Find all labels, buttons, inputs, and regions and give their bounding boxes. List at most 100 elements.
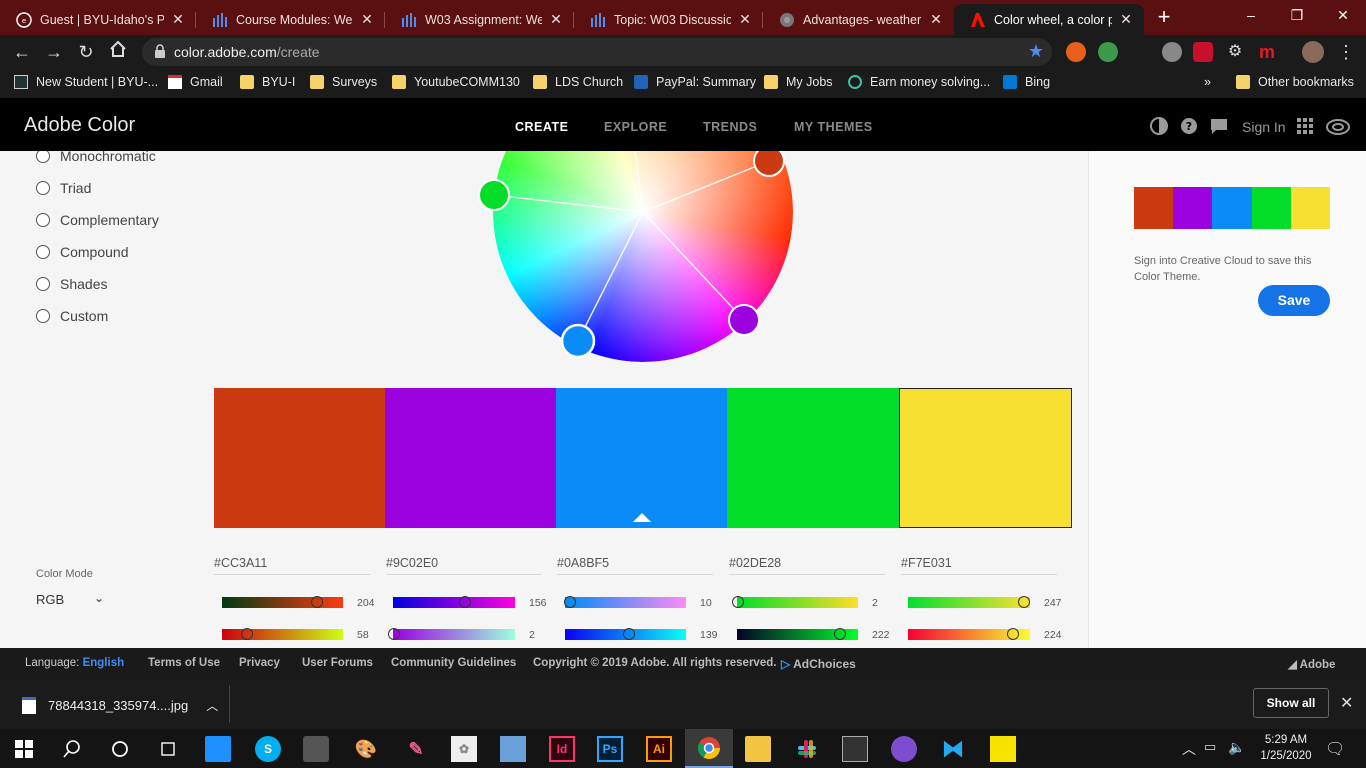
window-close-button[interactable]: ✕ bbox=[1320, 0, 1366, 30]
bookmark-earn-money[interactable]: Earn money solving... bbox=[848, 75, 990, 89]
harmony-triad[interactable]: Triad bbox=[36, 180, 91, 196]
harmony-monochromatic[interactable]: Monochromatic bbox=[36, 151, 156, 164]
slider-knob[interactable] bbox=[388, 628, 400, 640]
search-icon[interactable] bbox=[59, 736, 85, 762]
system-clock[interactable]: 5:29 AM 1/25/2020 bbox=[1256, 732, 1316, 764]
footer-forums-link[interactable]: User Forums bbox=[302, 657, 373, 669]
radio-button[interactable] bbox=[36, 245, 50, 259]
swatch-1[interactable] bbox=[214, 388, 385, 528]
close-icon[interactable]: ✕ bbox=[1118, 11, 1134, 28]
hex-field-2[interactable]: #9C02E0 bbox=[386, 556, 542, 575]
hex-field-3[interactable]: #0A8BF5 bbox=[557, 556, 713, 575]
color-mode-select[interactable]: RGB ⌄ bbox=[36, 591, 108, 607]
wheel-handle[interactable] bbox=[753, 151, 785, 177]
save-button[interactable]: Save bbox=[1258, 285, 1330, 316]
green-slider[interactable] bbox=[222, 628, 343, 640]
browser-tab-w03-discussion[interactable]: Topic: W03 Discussion: ✕ bbox=[574, 4, 763, 35]
bookmark-star-icon[interactable]: ★ bbox=[1028, 41, 1044, 62]
extension-icon[interactable]: m bbox=[1257, 42, 1277, 62]
radio-button[interactable] bbox=[36, 181, 50, 195]
red-slider[interactable] bbox=[908, 596, 1030, 608]
slider-knob[interactable] bbox=[834, 628, 846, 640]
adobe-footer-logo[interactable]: ◢ Adobe bbox=[1288, 657, 1335, 671]
bookmark-byui[interactable]: BYU-I bbox=[240, 75, 295, 89]
feedback-icon[interactable] bbox=[1210, 117, 1228, 135]
gear-icon[interactable]: ⚙ bbox=[1225, 42, 1245, 62]
language-selector[interactable]: English bbox=[83, 657, 125, 669]
swatch-4[interactable] bbox=[727, 388, 899, 528]
red-slider[interactable] bbox=[222, 596, 343, 608]
green-slider[interactable] bbox=[737, 628, 858, 640]
hex-field-5[interactable]: #F7E031 bbox=[901, 556, 1057, 575]
snipping-tool-icon[interactable] bbox=[842, 736, 868, 762]
bookmark-youtubecomm130[interactable]: YoutubeCOMM130 bbox=[392, 75, 520, 89]
nav-explore[interactable]: EXPLORE bbox=[604, 120, 667, 134]
bookmark-lds-church[interactable]: LDS Church bbox=[533, 75, 623, 89]
chrome-taskbar-button[interactable] bbox=[685, 729, 733, 768]
bookmark-gmail[interactable]: Gmail bbox=[168, 75, 223, 89]
slack-icon[interactable] bbox=[794, 736, 820, 762]
red-slider[interactable] bbox=[393, 596, 515, 608]
wheel-handle[interactable] bbox=[728, 304, 760, 336]
footer-privacy-link[interactable]: Privacy bbox=[239, 657, 280, 669]
footer-terms-link[interactable]: Terms of Use bbox=[148, 657, 220, 669]
slider-knob[interactable] bbox=[1007, 628, 1019, 640]
browser-tab-byui[interactable]: e Guest | BYU-Idaho's Per ✕ bbox=[0, 4, 196, 35]
illustrator-icon[interactable]: Ai bbox=[646, 736, 672, 762]
bookmark-new-student[interactable]: New Student | BYU-... bbox=[14, 75, 158, 89]
green-slider[interactable] bbox=[388, 628, 515, 640]
sign-in-link[interactable]: Sign In bbox=[1242, 119, 1286, 135]
minimize-button[interactable]: – bbox=[1228, 0, 1274, 30]
creative-cloud-icon[interactable] bbox=[1326, 117, 1350, 135]
green-slider[interactable] bbox=[565, 628, 686, 640]
photos-icon[interactable]: ✿ bbox=[451, 736, 477, 762]
radio-button[interactable] bbox=[36, 309, 50, 323]
chevron-up-icon[interactable]: ︿ bbox=[206, 697, 218, 714]
slider-knob[interactable] bbox=[564, 596, 576, 608]
download-item[interactable]: 78844318_335974....jpg ︿ bbox=[22, 697, 218, 714]
slider-knob[interactable] bbox=[311, 596, 323, 608]
slider-knob[interactable] bbox=[459, 596, 471, 608]
home-button[interactable] bbox=[106, 40, 130, 64]
bookmark-my-jobs[interactable]: My Jobs bbox=[764, 75, 833, 89]
close-icon[interactable]: ✕ bbox=[737, 11, 753, 28]
bookmark-surveys[interactable]: Surveys bbox=[310, 75, 377, 89]
flash-extension-icon[interactable] bbox=[1193, 42, 1213, 62]
hex-field-1[interactable]: #CC3A11 bbox=[214, 556, 370, 575]
extension-icon[interactable] bbox=[1098, 42, 1118, 62]
slider-knob[interactable] bbox=[732, 596, 744, 608]
footer-guidelines-link[interactable]: Community Guidelines bbox=[391, 657, 516, 669]
browser-tab-adobe-color[interactable]: Color wheel, a color pal ✕ bbox=[954, 4, 1144, 35]
green-slider[interactable] bbox=[908, 628, 1030, 640]
vscode-icon[interactable]: ⧓ bbox=[940, 736, 966, 762]
extension-icon[interactable] bbox=[1162, 42, 1182, 62]
brand-logo[interactable]: Adobe Color bbox=[24, 114, 135, 137]
browser-tab-w03-assignment[interactable]: W03 Assignment: Webs ✕ bbox=[385, 4, 574, 35]
radio-button[interactable] bbox=[36, 277, 50, 291]
store-icon[interactable] bbox=[205, 736, 231, 762]
harmony-compound[interactable]: Compound bbox=[36, 244, 129, 260]
close-icon[interactable]: ✕ bbox=[1340, 693, 1353, 713]
indesign-icon[interactable]: Id bbox=[549, 736, 575, 762]
network-icon[interactable]: ▭ bbox=[1204, 739, 1216, 755]
new-tab-button[interactable]: + bbox=[1152, 6, 1176, 30]
wheel-handle[interactable] bbox=[478, 179, 510, 211]
bookmarks-overflow-button[interactable]: » bbox=[1204, 75, 1211, 89]
chrome-menu-button[interactable]: ⋮ bbox=[1334, 40, 1358, 64]
bookmark-other[interactable]: Other bookmarks bbox=[1236, 75, 1354, 89]
skype-icon[interactable]: S bbox=[255, 736, 281, 762]
close-icon[interactable]: ✕ bbox=[170, 11, 186, 28]
apps-grid-icon[interactable] bbox=[1296, 117, 1314, 135]
nav-my-themes[interactable]: MY THEMES bbox=[794, 120, 873, 134]
slider-knob[interactable] bbox=[623, 628, 635, 640]
harmony-shades[interactable]: Shades bbox=[36, 276, 107, 292]
swatch-3[interactable] bbox=[556, 388, 727, 528]
browser-tab-course-modules[interactable]: Course Modules: Web F ✕ bbox=[196, 4, 385, 35]
restore-button[interactable]: ❐ bbox=[1274, 0, 1320, 30]
photoshop-icon[interactable]: Ps bbox=[597, 736, 623, 762]
avatar[interactable] bbox=[1302, 41, 1324, 63]
nav-trends[interactable]: TRENDS bbox=[703, 120, 757, 134]
github-desktop-icon[interactable] bbox=[891, 736, 917, 762]
sticky-notes-icon[interactable] bbox=[990, 736, 1016, 762]
windows-start-icon[interactable] bbox=[11, 736, 37, 762]
